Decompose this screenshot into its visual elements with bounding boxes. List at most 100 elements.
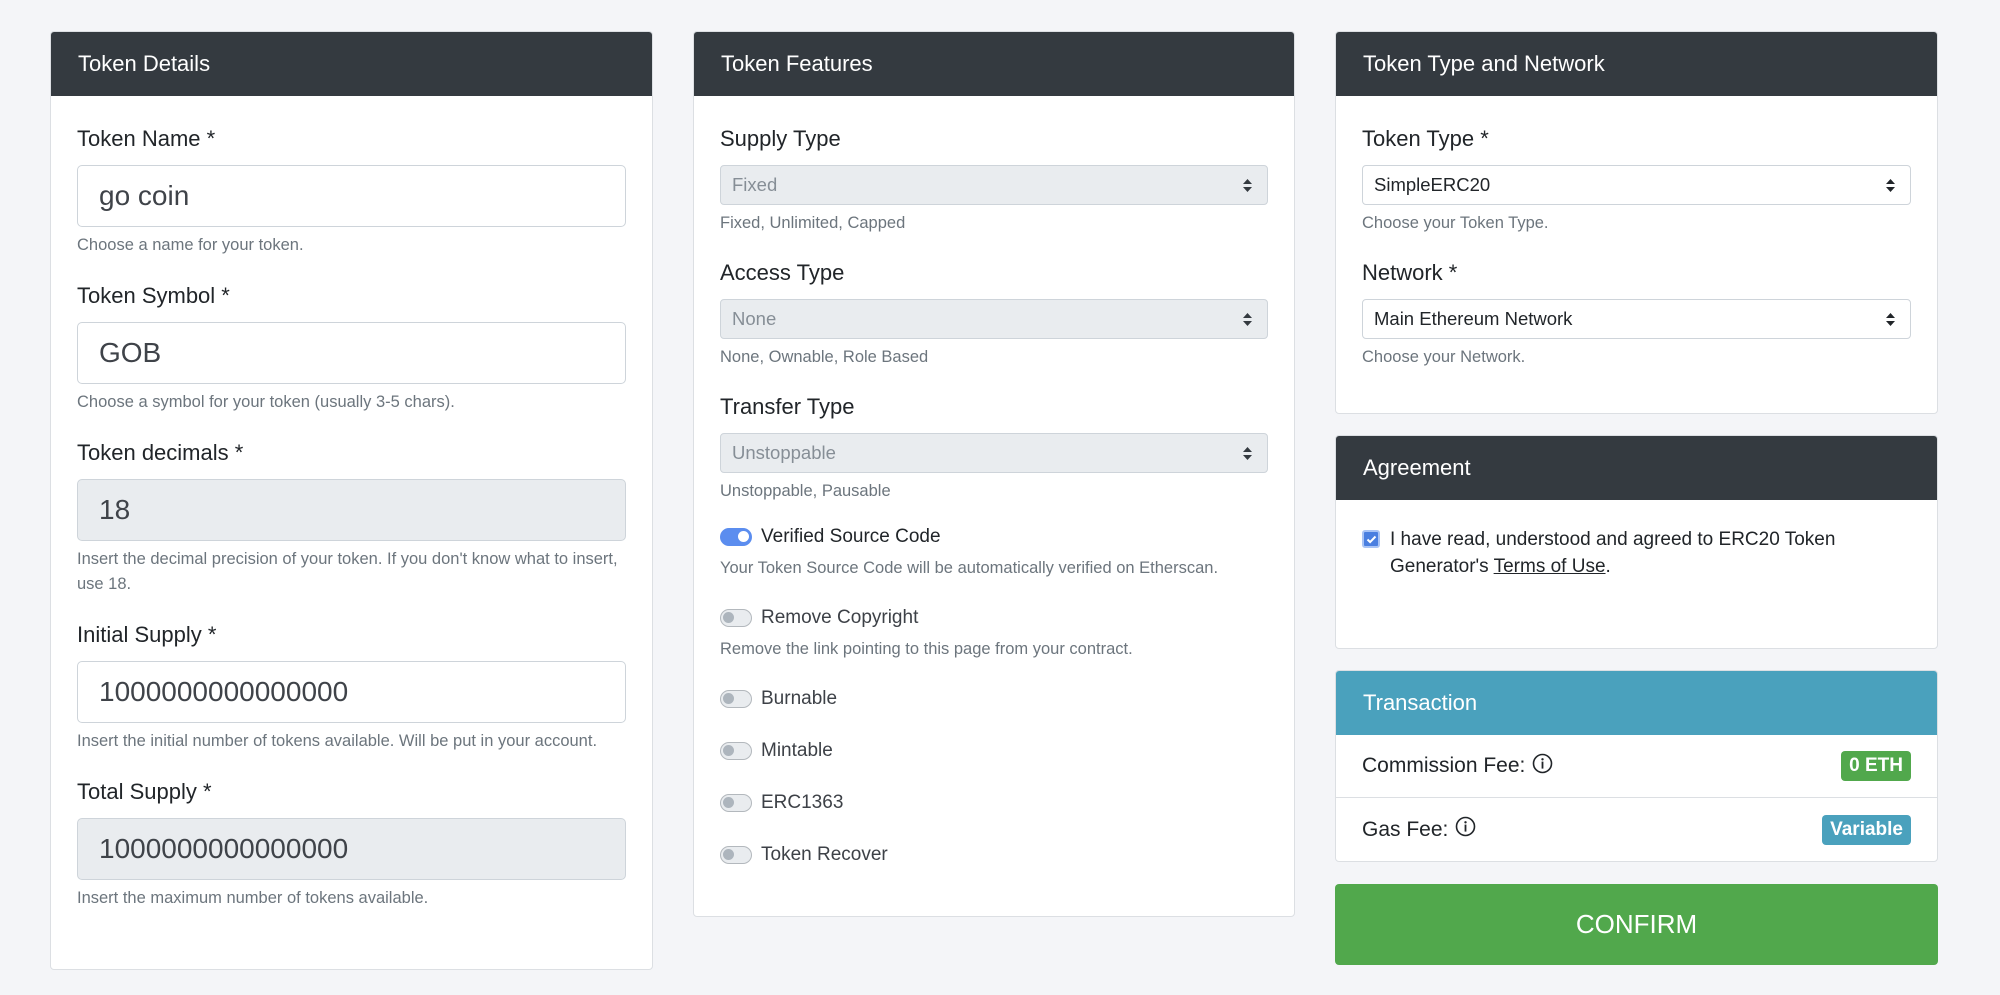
access-type-help: None, Ownable, Role Based [720, 348, 929, 366]
token-type-select[interactable]: SimpleERC20 [1362, 165, 1911, 205]
mintable-label: Mintable [761, 740, 833, 761]
commission-fee-row: Commission Fee: 0 ETH [1336, 735, 1937, 798]
info-circle-icon[interactable] [1532, 753, 1553, 780]
agreement-text-end: . [1605, 556, 1611, 577]
remove-copyright-label: Remove Copyright [761, 607, 919, 628]
token-symbol-label: Token Symbol * [77, 283, 230, 308]
token-recover-toggle[interactable] [720, 846, 752, 864]
token-features-header: Token Features [694, 32, 1294, 96]
supply-type-label: Supply Type [720, 126, 841, 151]
total-supply-label: Total Supply * [77, 779, 212, 804]
initial-supply-input[interactable]: 1000000000000000 [77, 661, 626, 723]
token-type-label: Token Type * [1362, 126, 1489, 151]
token-name-help: Choose a name for your token. [77, 236, 304, 254]
up-down-caret-icon [1243, 166, 1253, 204]
network-value: Main Ethereum Network [1374, 308, 1573, 329]
token-type-card: Token Type and Network Token Type * Simp… [1335, 31, 1938, 414]
token-decimals-group: Token decimals * 18 Insert the decimal p… [77, 438, 626, 597]
token-recover-toggle-row: Token Recover [720, 840, 1268, 870]
remove-copyright-help: Remove the link pointing to this page fr… [720, 640, 1133, 658]
commission-fee-label: Commission Fee: [1362, 754, 1526, 777]
commission-fee-label-wrap: Commission Fee: [1362, 753, 1553, 780]
access-type-group: Access Type None None, Ownable, Role Bas… [720, 258, 1268, 370]
transfer-type-select: Unstoppable [720, 433, 1268, 473]
token-symbol-help: Choose a symbol for your token (usually … [77, 393, 455, 411]
access-type-label: Access Type [720, 260, 845, 285]
transaction-card: Transaction Commission Fee: 0 ETH Gas Fe… [1335, 670, 1938, 862]
token-details-header: Token Details [51, 32, 652, 96]
token-name-label: Token Name * [77, 126, 216, 151]
transfer-type-value: Unstoppable [732, 442, 836, 463]
mintable-toggle[interactable] [720, 742, 752, 760]
remove-copyright-toggle-row: Remove Copyright [720, 603, 1268, 633]
erc1363-toggle[interactable] [720, 794, 752, 812]
agreement-checkbox[interactable] [1362, 530, 1380, 548]
transfer-type-label: Transfer Type [720, 394, 855, 419]
token-details-card: Token Details Token Name * go coin Choos… [50, 31, 653, 970]
agreement-header: Agreement [1336, 436, 1937, 500]
commission-fee-badge: 0 ETH [1841, 751, 1911, 781]
access-type-select: None [720, 299, 1268, 339]
total-supply-help: Insert the maximum number of tokens avai… [77, 889, 429, 907]
network-group: Network * Main Ethereum Network Choose y… [1362, 258, 1911, 370]
token-symbol-input[interactable]: GOB [77, 322, 626, 384]
burnable-label: Burnable [761, 688, 838, 709]
info-circle-icon[interactable] [1455, 816, 1476, 843]
transaction-header: Transaction [1336, 671, 1937, 735]
gas-fee-row: Gas Fee: Variable [1336, 798, 1937, 861]
network-select[interactable]: Main Ethereum Network [1362, 299, 1911, 339]
token-type-group: Token Type * SimpleERC20 Choose your Tok… [1362, 124, 1911, 236]
token-decimals-label: Token decimals * [77, 440, 244, 465]
agreement-text-main: I have read, understood and agreed to ER… [1390, 529, 1836, 577]
erc1363-toggle-row: ERC1363 [720, 788, 1268, 818]
token-type-header: Token Type and Network [1336, 32, 1937, 96]
total-supply-group: Total Supply * 1000000000000000 Insert t… [77, 777, 626, 911]
transfer-type-group: Transfer Type Unstoppable Unstoppable, P… [720, 392, 1268, 504]
token-name-input[interactable]: go coin [77, 165, 626, 227]
transfer-type-help: Unstoppable, Pausable [720, 482, 891, 500]
total-supply-input: 1000000000000000 [77, 818, 626, 880]
token-recover-label: Token Recover [761, 844, 888, 865]
verified-source-help: Your Token Source Code will be automatic… [720, 559, 1219, 577]
token-name-group: Token Name * go coin Choose a name for y… [77, 124, 626, 258]
token-type-value: SimpleERC20 [1374, 174, 1491, 195]
initial-supply-label: Initial Supply * [77, 622, 217, 647]
token-symbol-group: Token Symbol * GOB Choose a symbol for y… [77, 281, 626, 415]
initial-supply-group: Initial Supply * 1000000000000000 Insert… [77, 620, 626, 754]
gas-fee-label-wrap: Gas Fee: [1362, 816, 1476, 843]
initial-supply-help: Insert the initial number of tokens avai… [77, 732, 598, 750]
agreement-text: I have read, understood and agreed to ER… [1390, 526, 1911, 580]
confirm-button[interactable]: CONFIRM [1335, 884, 1938, 965]
burnable-toggle[interactable] [720, 690, 752, 708]
erc1363-label: ERC1363 [761, 792, 844, 813]
verified-source-label: Verified Source Code [761, 526, 941, 547]
check-icon [1366, 535, 1377, 544]
token-type-help: Choose your Token Type. [1362, 214, 1549, 232]
supply-type-value: Fixed [732, 174, 778, 195]
agreement-checkbox-row: I have read, understood and agreed to ER… [1362, 526, 1911, 580]
verified-source-toggle-row: Verified Source Code [720, 522, 1268, 552]
supply-type-help: Fixed, Unlimited, Capped [720, 214, 906, 232]
agreement-card: Agreement I have read, understood and ag… [1335, 435, 1938, 649]
gas-fee-badge: Variable [1822, 814, 1911, 845]
up-down-caret-icon [1886, 300, 1896, 338]
mintable-toggle-row: Mintable [720, 736, 1268, 766]
remove-copyright-toggle[interactable] [720, 609, 752, 627]
burnable-toggle-row: Burnable [720, 684, 1268, 714]
verified-source-group: Verified Source Code Your Token Source C… [720, 522, 1268, 581]
terms-of-use-link[interactable]: Terms of Use [1494, 556, 1606, 577]
up-down-caret-icon [1886, 166, 1896, 204]
token-features-card: Token Features Supply Type Fixed Fixed, … [693, 31, 1295, 917]
access-type-value: None [732, 308, 777, 329]
remove-copyright-group: Remove Copyright Remove the link pointin… [720, 603, 1268, 662]
up-down-caret-icon [1243, 300, 1253, 338]
token-decimals-input: 18 [77, 479, 626, 541]
gas-fee-label: Gas Fee: [1362, 817, 1449, 841]
supply-type-group: Supply Type Fixed Fixed, Unlimited, Capp… [720, 124, 1268, 236]
token-decimals-help: Insert the decimal precision of your tok… [77, 550, 618, 593]
network-help: Choose your Network. [1362, 348, 1526, 366]
verified-source-toggle[interactable] [720, 528, 752, 546]
up-down-caret-icon [1243, 434, 1253, 472]
network-label: Network * [1362, 260, 1458, 285]
supply-type-select: Fixed [720, 165, 1268, 205]
